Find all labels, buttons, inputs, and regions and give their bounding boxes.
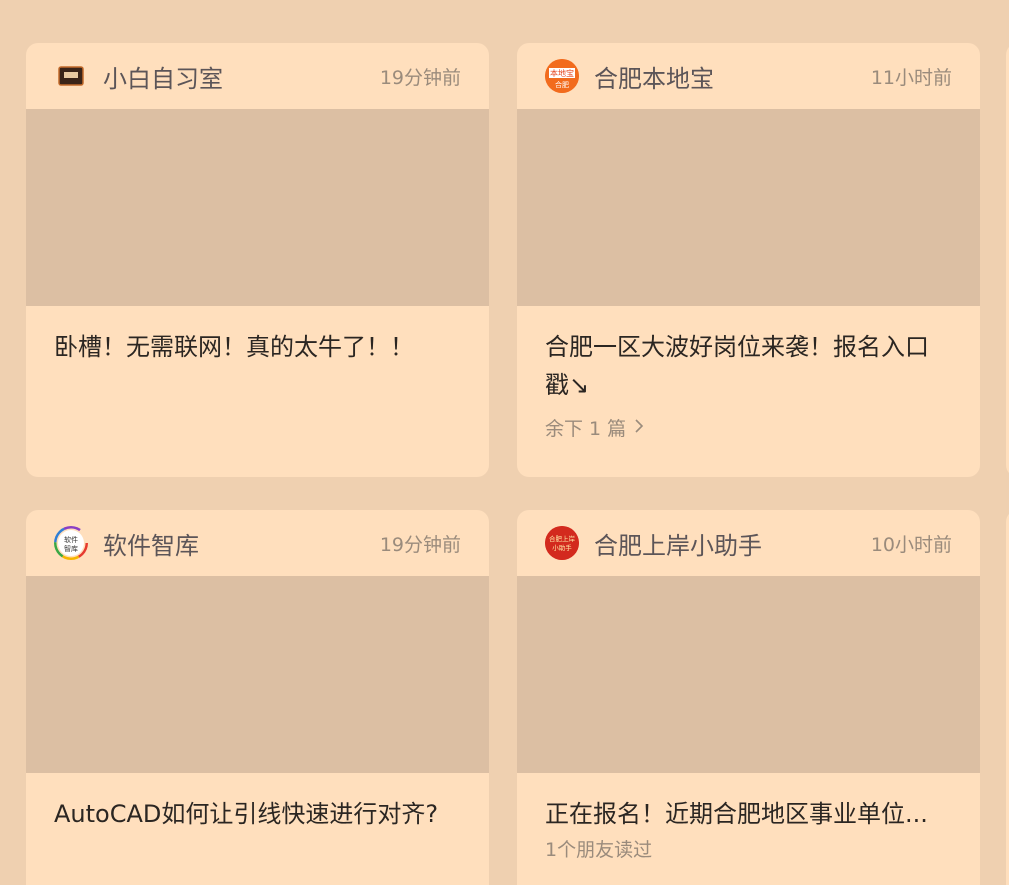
article-title[interactable]: AutoCAD如何让引线快速进行对齐? (54, 795, 461, 833)
shangan-logo-icon[interactable]: 合肥上岸 小助手 (545, 526, 579, 560)
avatar-text: 本地宝 (550, 68, 574, 78)
publish-time: 11小时前 (870, 66, 952, 89)
card-body: 卧槽！无需联网！真的太牛了！！ (26, 306, 489, 366)
avatar-text: 软件 (64, 535, 78, 544)
publish-time: 10小时前 (870, 533, 952, 556)
card-header: 小白自习室 19分钟前 (26, 43, 489, 109)
article-card[interactable]: 本地宝 合肥 合肥本地宝 11小时前 合肥一区大波好岗位来袭！报名入口戳↘ 余下… (517, 43, 980, 477)
friends-read-count: 1个朋友读过 (545, 839, 653, 861)
card-body: 合肥一区大波好岗位来袭！报名入口戳↘ 余下 1 篇 (517, 306, 980, 441)
chevron-right-icon (634, 417, 644, 439)
article-thumbnail[interactable] (517, 576, 980, 773)
source-name[interactable]: 合肥本地宝 (594, 59, 871, 94)
avatar-text: 智库 (64, 544, 78, 553)
avatar-text: 合肥 (555, 80, 569, 89)
card-body: 正在报名！近期合肥地区事业单位... 1个朋友读过 (517, 773, 980, 862)
publish-time: 19分钟前 (379, 66, 461, 89)
publish-time: 19分钟前 (379, 533, 461, 556)
avatar-text: 合肥上岸 (549, 534, 576, 543)
more-articles-link[interactable]: 余下 1 篇 (545, 414, 644, 441)
source-name[interactable]: 合肥上岸小助手 (594, 526, 871, 561)
article-thumbnail[interactable] (26, 576, 489, 773)
ruanjian-zhiku-logo-icon[interactable]: 软件 智库 (54, 526, 88, 560)
article-title[interactable]: 正在报名！近期合肥地区事业单位... (545, 795, 952, 833)
avatar-text: 小助手 (552, 543, 572, 552)
card-header: 合肥上岸 小助手 合肥上岸小助手 10小时前 (517, 510, 980, 576)
card-header: 本地宝 合肥 合肥本地宝 11小时前 (517, 43, 980, 109)
article-card[interactable]: 合肥上岸 小助手 合肥上岸小助手 10小时前 正在报名！近期合肥地区事业单位..… (517, 510, 980, 885)
laptop-icon[interactable] (54, 59, 88, 93)
article-card[interactable]: 小白自习室 19分钟前 卧槽！无需联网！真的太牛了！！ (26, 43, 489, 477)
more-articles-label: 余下 1 篇 (545, 418, 627, 440)
article-title[interactable]: 合肥一区大波好岗位来袭！报名入口戳↘ (545, 328, 952, 404)
article-thumbnail[interactable] (517, 109, 980, 306)
source-name[interactable]: 软件智库 (103, 526, 380, 561)
card-body: AutoCAD如何让引线快速进行对齐? (26, 773, 489, 833)
article-thumbnail[interactable] (26, 109, 489, 306)
card-header: 软件 智库 软件智库 19分钟前 (26, 510, 489, 576)
article-feed: 小白自习室 19分钟前 卧槽！无需联网！真的太牛了！！ 本地宝 合肥 合肥本地宝… (0, 0, 1009, 885)
bendibao-logo-icon[interactable]: 本地宝 合肥 (545, 59, 579, 93)
article-card[interactable]: 软件 智库 软件智库 19分钟前 AutoCAD如何让引线快速进行对齐? (26, 510, 489, 885)
article-title[interactable]: 卧槽！无需联网！真的太牛了！！ (54, 328, 461, 366)
source-name[interactable]: 小白自习室 (103, 59, 380, 94)
